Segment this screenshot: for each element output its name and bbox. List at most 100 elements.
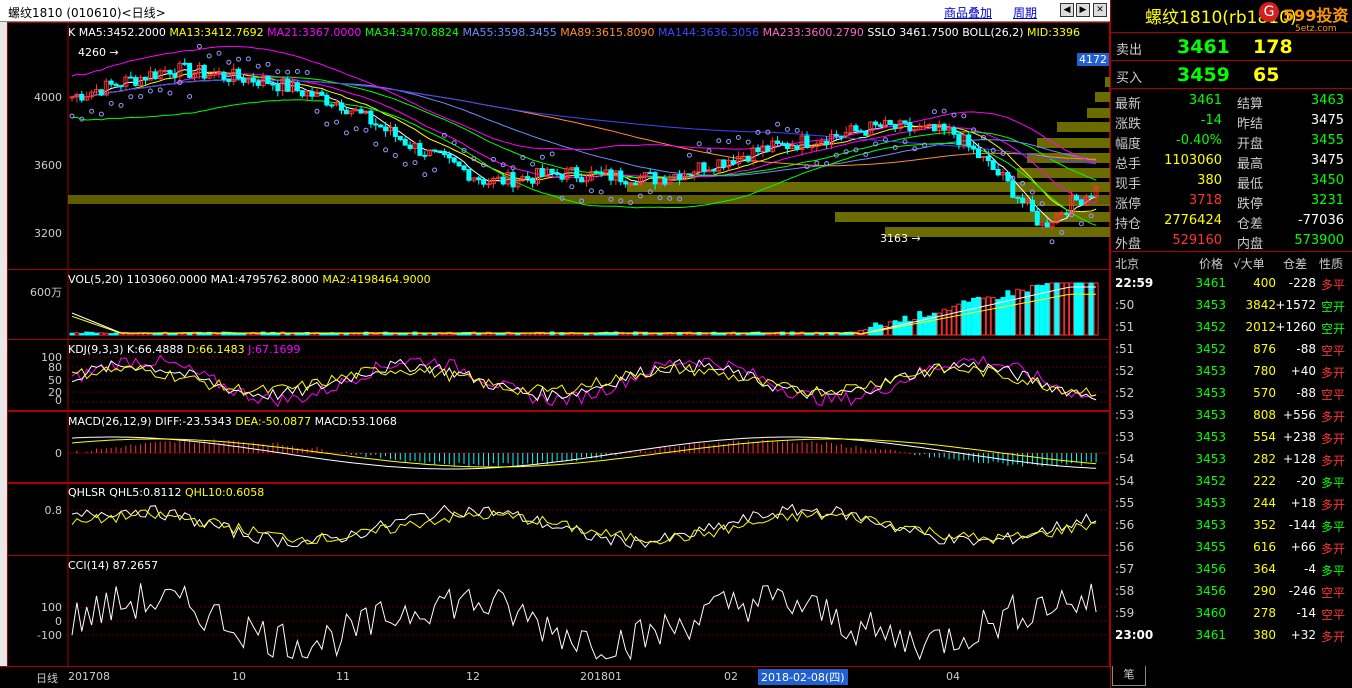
sar-dot <box>539 154 545 160</box>
low-annotation: 3163 → <box>880 232 921 245</box>
tick-row[interactable]: :54 3452 222 -20 多平 <box>1111 470 1352 492</box>
tick-row[interactable]: :51 3452 876 -88 空平 <box>1111 338 1352 360</box>
tick-col-time: 北京 <box>1115 257 1140 271</box>
overlay-link[interactable]: 商品叠加 <box>944 4 992 21</box>
candle-body <box>152 71 158 79</box>
sar-dot <box>402 161 408 167</box>
stat-label: 最低 <box>1237 177 1264 192</box>
sar-dot <box>373 141 379 147</box>
volume-bar <box>931 312 937 336</box>
candle-body <box>417 142 423 156</box>
stat-label: 外盘 <box>1115 237 1142 252</box>
stat-value: 573900 <box>1294 233 1344 248</box>
tick-row[interactable]: :51 3452 2012 +1260 空开 <box>1111 316 1352 338</box>
x-label-5: 02 <box>724 670 738 683</box>
candle-body <box>951 127 957 135</box>
stat-value: 1103060 <box>1164 153 1222 168</box>
volume-bar <box>735 333 741 336</box>
cci-panel-legend: CCI(14) 87.2657 <box>68 559 159 572</box>
candle-body <box>143 76 148 81</box>
bid-row[interactable]: 买入 3459 65 <box>1111 60 1352 88</box>
tick-time: :55 <box>1115 496 1135 510</box>
qhlsr-y-tick: 0.8 <box>44 504 63 517</box>
sar-dot <box>392 153 398 159</box>
stat-value: 3231 <box>1310 193 1344 208</box>
candle-body <box>481 179 487 185</box>
ask-row[interactable]: 卖出 3461 178 <box>1111 32 1352 60</box>
tick-row[interactable]: :53 3453 808 +556 多开 <box>1111 404 1352 426</box>
candle-body <box>863 130 869 136</box>
tick-row[interactable]: :56 3455 616 +66 多开 <box>1111 536 1352 558</box>
tick-row[interactable]: :54 3453 282 +128 多开 <box>1111 448 1352 470</box>
candle-body <box>69 96 75 99</box>
tick-row[interactable]: :52 3453 570 -88 空平 <box>1111 382 1352 404</box>
kdj-label: KDJ(9,3,3) <box>68 343 124 356</box>
k-legend-item: MID:3396 <box>1027 26 1080 39</box>
tick-nature: 空平 <box>1321 344 1346 358</box>
prev-arrow-icon[interactable]: ◀ <box>1060 3 1074 17</box>
stat-label: 昨结 <box>1237 117 1264 132</box>
macd-dea: DEA:-50.0877 <box>235 415 312 428</box>
tick-nature: 多开 <box>1321 454 1346 468</box>
x-label-0: 201708 <box>68 670 110 683</box>
close-icon[interactable]: ✕ <box>1093 3 1107 17</box>
tick-row[interactable]: 23:00 3461 380 +32 多开 <box>1111 624 1352 646</box>
tick-tab[interactable]: 笔 <box>1112 666 1146 686</box>
tick-price: 3456 <box>1195 584 1226 598</box>
tick-row[interactable]: 22:59 3461 400 -228 多平 <box>1111 272 1352 294</box>
volume-bar <box>128 333 134 336</box>
candle-body <box>339 102 344 111</box>
candle-body <box>294 82 300 92</box>
tick-row[interactable]: :50 3453 3842 +1572 空开 <box>1111 294 1352 316</box>
tick-row[interactable]: :59 3460 278 -14 空平 <box>1111 602 1352 624</box>
candle-body <box>878 124 883 127</box>
sar-dot <box>314 108 320 114</box>
tick-volume: 278 <box>1253 606 1276 620</box>
stat-value: 2776424 <box>1164 213 1222 228</box>
period-link[interactable]: 周期 <box>1013 4 1037 21</box>
k-legend-item: K <box>68 26 79 39</box>
vol-label: VOL(5,20) 1103060.0000 <box>68 273 208 286</box>
volume-profile-bar <box>1087 108 1110 118</box>
next-arrow-icon[interactable]: ▶ <box>1076 3 1090 17</box>
sar-dot <box>931 109 937 115</box>
volume-profile-bar <box>627 182 1110 192</box>
candle-body <box>931 124 937 132</box>
tick-volume: 3842 <box>1245 298 1276 312</box>
tick-row[interactable]: :56 3453 352 -144 多平 <box>1111 514 1352 536</box>
tick-oi-change: +40 <box>1290 364 1316 378</box>
bid-volume: 65 <box>1253 64 1280 86</box>
tick-time: :54 <box>1115 474 1135 488</box>
sar-dot <box>941 108 947 114</box>
tick-row[interactable]: :55 3453 244 +18 多开 <box>1111 492 1352 514</box>
low-label: 3163 <box>880 232 908 245</box>
tick-row[interactable]: :58 3456 290 -246 空平 <box>1111 580 1352 602</box>
tick-volume: 616 <box>1253 540 1276 554</box>
tick-time: :53 <box>1115 430 1135 444</box>
tick-row[interactable]: :52 3453 780 +40 多开 <box>1111 360 1352 382</box>
stat-label: 总手 <box>1115 157 1142 172</box>
y-tick-3600: 3600 <box>34 159 62 172</box>
tick-row[interactable]: :53 3453 554 +238 多开 <box>1111 426 1352 448</box>
x-label-1: 10 <box>232 670 246 683</box>
tick-nature: 多平 <box>1321 520 1346 534</box>
candle-body <box>833 134 839 137</box>
volume-bar <box>701 333 707 336</box>
sar-dot <box>696 141 702 147</box>
candle-body <box>966 134 972 147</box>
tick-volume: 808 <box>1253 408 1276 422</box>
tick-volume: 290 <box>1253 584 1276 598</box>
candle-body <box>873 121 879 126</box>
stat-label: 持仓 <box>1115 217 1142 232</box>
volume-bar <box>1005 290 1011 336</box>
candle-body <box>824 140 830 145</box>
sar-dot <box>383 147 389 153</box>
volume-bar <box>79 333 85 336</box>
k-legend-item: MA89:3615.8090 <box>560 26 658 39</box>
volume-bar <box>647 333 653 336</box>
tick-row[interactable]: :57 3456 364 -4 多平 <box>1111 558 1352 580</box>
candle-body <box>172 73 178 78</box>
stat-value: 3475 <box>1310 113 1344 128</box>
volume-bar <box>1093 282 1099 336</box>
k-legend-item: MA5:3452.2000 <box>78 26 170 39</box>
